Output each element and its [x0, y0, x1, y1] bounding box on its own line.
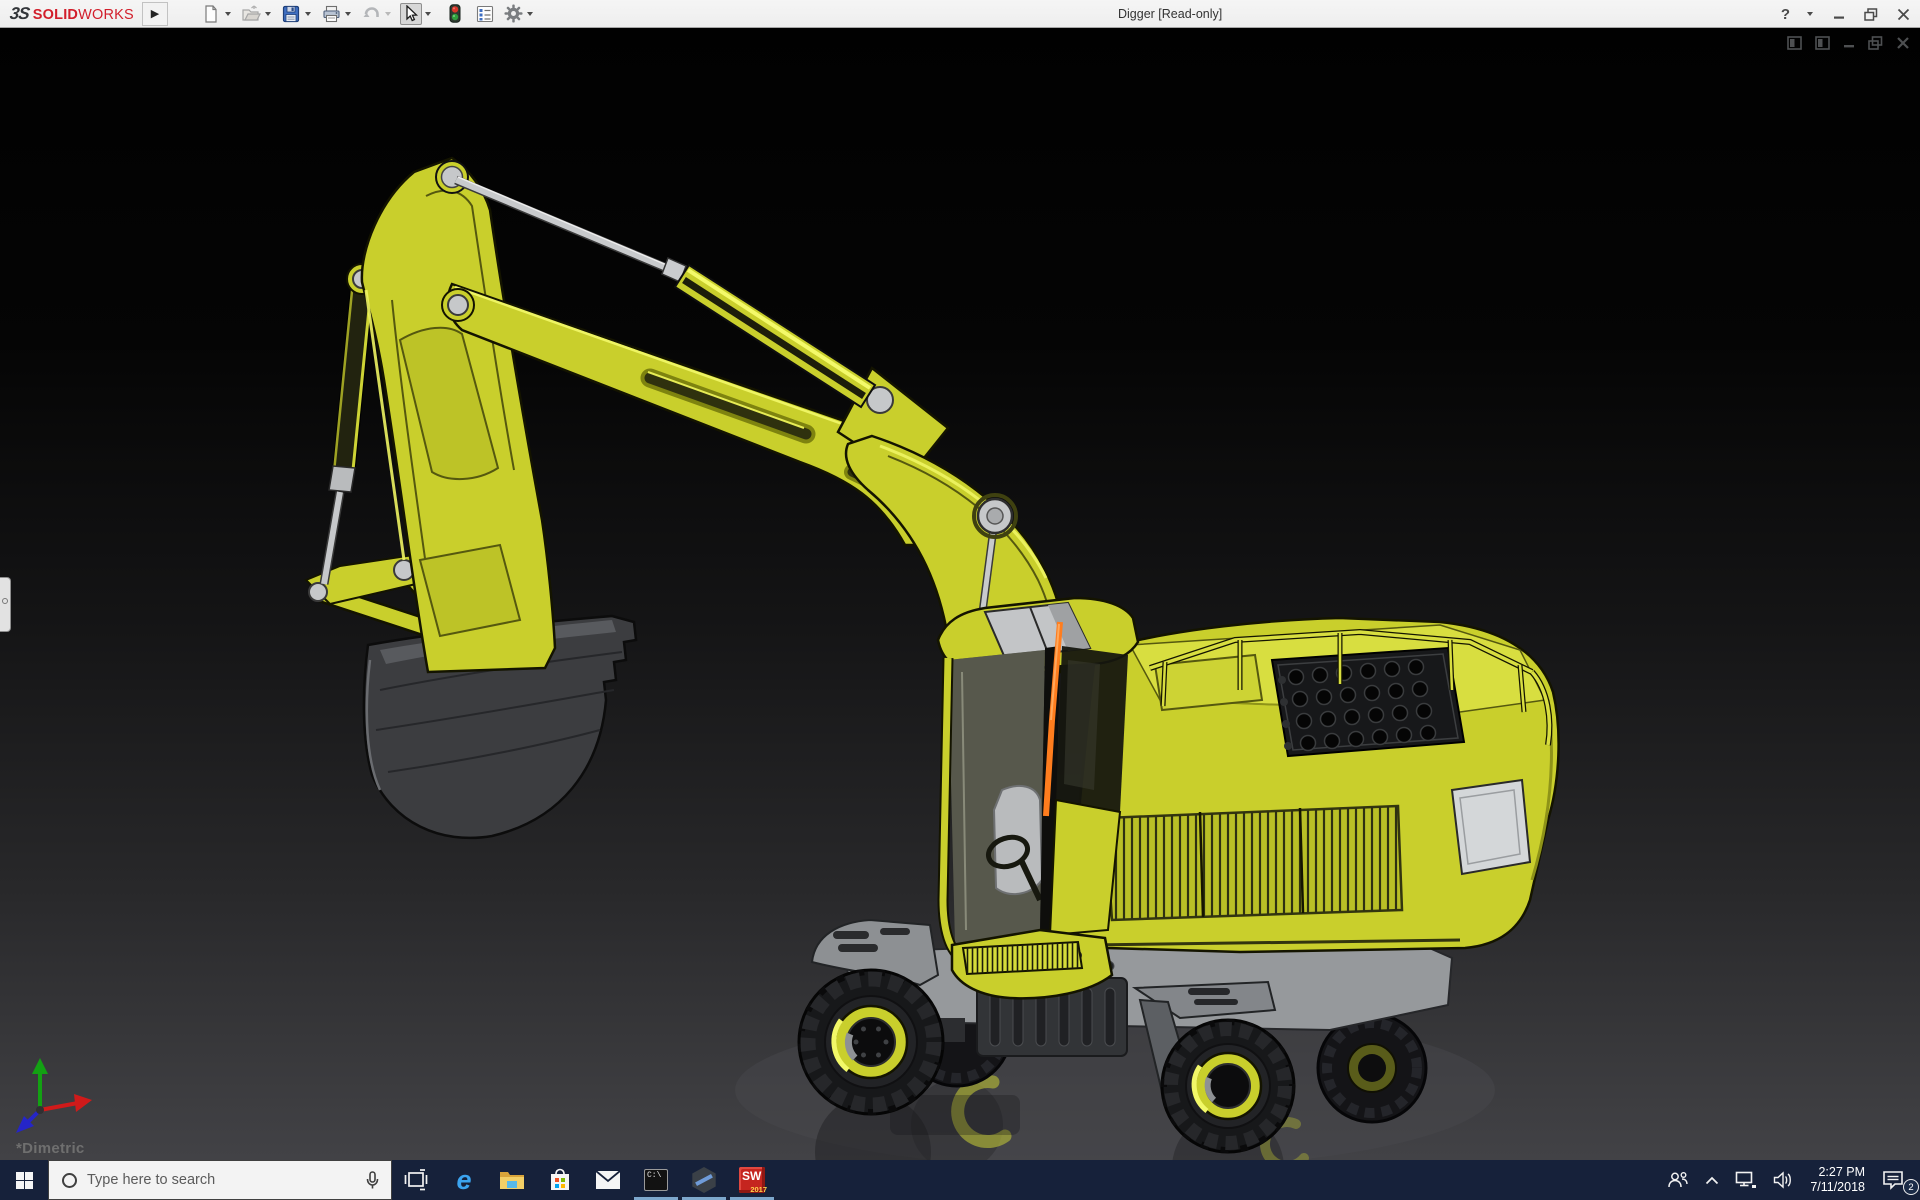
document-minimize-icon[interactable] — [1843, 36, 1855, 50]
save-caret[interactable] — [305, 11, 311, 16]
action-center-button[interactable]: 2 — [1874, 1160, 1920, 1200]
taskbar: e C:\ SW 2017 — [0, 1160, 1920, 1200]
edge-icon: e — [456, 1164, 472, 1195]
start-button[interactable] — [0, 1160, 48, 1200]
minimize-icon — [1834, 16, 1844, 19]
featuremanager-collapsed-tab[interactable] — [0, 577, 11, 632]
search-input[interactable] — [87, 1172, 366, 1188]
taskbar-solidworks[interactable]: SW 2017 — [728, 1160, 776, 1200]
action-center-icon — [1883, 1171, 1903, 1190]
save-button[interactable] — [280, 3, 302, 25]
hidden-icons-button[interactable] — [1697, 1160, 1727, 1200]
restore-icon — [1864, 7, 1878, 21]
front-wheel[interactable] — [797, 968, 945, 1116]
taskbar-hexagon-app[interactable] — [680, 1160, 728, 1200]
document-window-controls — [1787, 36, 1910, 50]
taskbar-mail[interactable] — [584, 1160, 632, 1200]
rear-wheel[interactable] — [1160, 1018, 1296, 1154]
chevron-up-icon — [1706, 1176, 1719, 1184]
task-view-icon — [404, 1169, 428, 1191]
options-caret[interactable] — [527, 11, 533, 16]
undo-caret[interactable] — [385, 11, 391, 16]
people-icon — [1668, 1172, 1689, 1188]
new-caret[interactable] — [225, 11, 231, 16]
new-document-button[interactable] — [200, 3, 222, 25]
quick-access-toolbar — [194, 0, 536, 28]
options-gear-icon — [503, 4, 523, 23]
taskbar-store[interactable] — [536, 1160, 584, 1200]
select-button[interactable] — [400, 2, 422, 25]
cortana-icon — [62, 1172, 77, 1188]
view-orientation-label: *Dimetric — [16, 1140, 85, 1157]
taskbar-edge[interactable]: e — [440, 1160, 488, 1200]
hexagon-app-icon — [692, 1167, 716, 1193]
featuremanager-tab-icon — [2, 598, 8, 604]
file-properties-button[interactable] — [474, 3, 496, 25]
solidworks-logo: 3S SOLID WORKS — [0, 4, 142, 24]
command-prompt-icon: C:\ — [644, 1169, 668, 1191]
print-caret[interactable] — [345, 11, 351, 16]
minimize-button[interactable] — [1830, 5, 1848, 23]
graphics-viewport[interactable]: *Dimetric — [0, 28, 1920, 1160]
title-bar: 3S SOLID WORKS ▶ Digger [Read-only] ? — [0, 0, 1920, 28]
notification-badge: 2 — [1903, 1179, 1919, 1195]
people-button[interactable] — [1659, 1160, 1697, 1200]
close-icon — [1897, 8, 1909, 20]
document-close-icon[interactable] — [1896, 36, 1910, 50]
file-properties-icon — [476, 5, 494, 22]
store-icon — [551, 1168, 569, 1190]
mail-icon — [595, 1170, 621, 1189]
document-title: Digger [Read-only] — [1118, 7, 1223, 21]
task-view-button[interactable] — [392, 1160, 440, 1200]
taskbar-command-prompt[interactable]: C:\ — [632, 1160, 680, 1200]
help-caret[interactable] — [1807, 12, 1813, 16]
tray-date: 7/11/2018 — [1810, 1180, 1865, 1194]
reference-triad — [16, 1058, 92, 1133]
rebuild-button[interactable] — [444, 3, 466, 25]
select-cursor-icon — [406, 5, 419, 22]
save-floppy-icon — [282, 5, 300, 22]
new-document-icon — [205, 4, 217, 23]
taskbar-search[interactable] — [48, 1160, 392, 1200]
taskbar-file-explorer[interactable] — [488, 1160, 536, 1200]
rebuild-traffic-light-icon — [449, 4, 461, 23]
pane-left-icon[interactable] — [1787, 36, 1802, 50]
windows-logo-icon — [15, 1171, 33, 1189]
tray-time: 2:27 PM — [1818, 1165, 1865, 1179]
brand-solid: SOLID — [32, 6, 79, 23]
dassault-mark: 3S — [8, 3, 31, 23]
excavator-model[interactable] — [0, 28, 1920, 1160]
document-restore-icon[interactable] — [1868, 36, 1883, 50]
help-button[interactable]: ? — [1781, 6, 1790, 23]
close-button[interactable] — [1894, 5, 1912, 23]
undo-icon — [363, 6, 379, 17]
pane-right-icon[interactable] — [1815, 36, 1830, 50]
file-explorer-icon — [500, 1172, 524, 1189]
brand-works: WORKS — [78, 6, 134, 23]
network-button[interactable] — [1727, 1160, 1765, 1200]
window-controls: ? — [1781, 0, 1912, 28]
system-tray: 2:27 PM 7/11/2018 2 — [1659, 1160, 1920, 1200]
open-button[interactable] — [240, 3, 262, 25]
restore-button[interactable] — [1862, 5, 1880, 23]
boom-plate[interactable] — [360, 156, 557, 674]
menu-flyout-button[interactable]: ▶ — [142, 1, 168, 26]
network-icon — [1736, 1171, 1757, 1188]
upper-body[interactable] — [1073, 616, 1560, 954]
options-button[interactable] — [502, 3, 524, 25]
taskbar-clock[interactable]: 2:27 PM 7/11/2018 — [1801, 1160, 1874, 1200]
undo-button[interactable] — [360, 3, 382, 25]
side-vents — [1103, 804, 1404, 922]
volume-icon — [1774, 1171, 1792, 1189]
print-button[interactable] — [320, 3, 342, 25]
solidworks-2017-icon: SW 2017 — [739, 1167, 767, 1194]
select-caret[interactable] — [425, 11, 431, 16]
print-icon — [322, 5, 340, 22]
open-folder-icon — [241, 4, 261, 21]
open-caret[interactable] — [265, 11, 271, 16]
volume-button[interactable] — [1765, 1160, 1801, 1200]
microphone-icon[interactable] — [366, 1170, 379, 1190]
engine-grille[interactable] — [1270, 646, 1466, 758]
